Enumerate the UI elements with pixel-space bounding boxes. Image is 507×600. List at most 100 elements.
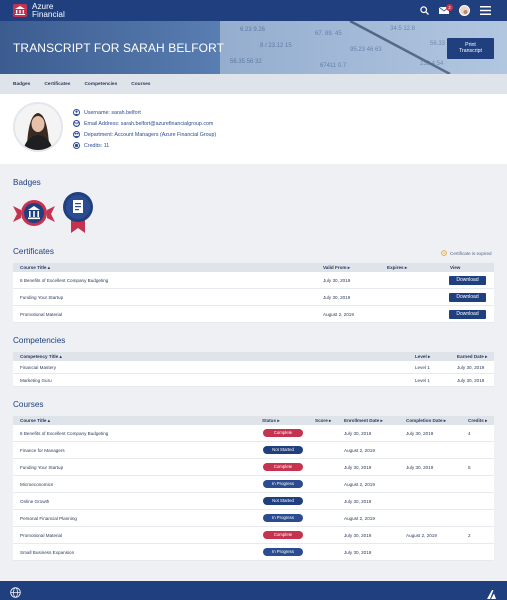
col-earned-date[interactable]: Earned Date ▸ [457,354,487,360]
avatar[interactable] [459,5,470,16]
footer-bar [0,581,507,600]
svg-text:6.23 9.26: 6.23 9.26 [240,27,266,33]
svg-text:56.35 56 32: 56.35 56 32 [230,59,262,65]
download-button[interactable]: Download [449,275,486,285]
username-row: Username: sarah.belfort [73,107,216,118]
certificates-heading: Certificates [13,247,54,256]
course-title: Online Growth [20,498,50,504]
credits-value: 5 [468,464,471,470]
table-row: Online Growth July 30, 2019 Not Started [13,493,494,510]
expired-icon [441,250,447,256]
table-row: Small Business Expansion July 30, 2019 In … [13,544,494,561]
enrollment-date: July 30, 2019 [344,430,372,436]
enrollment-date: August 2, 2019 [344,481,375,487]
credits-text: Credits: 11 [84,142,110,149]
credits-value: 2 [468,532,471,538]
enrollment-date: July 30, 2019 [344,464,372,470]
finance-badge[interactable] [13,192,55,239]
nav-link-badges[interactable]: Badges [13,82,30,87]
print-transcript-button[interactable]: Print Transcript [447,38,494,59]
section-nav: Badges Certificates Competencies Courses [0,74,507,94]
table-row: Funding Your Startup July 30, 2019 July 30… [13,459,494,476]
table-row: 6 Benefits of Excellent Company Budgetin… [13,272,494,289]
page-title: TRANSCRIPT FOR SARAH BELFORT [13,41,225,55]
table-row: Promotional Material July 30, 2019 August … [13,527,494,544]
enrollment-date: August 2, 2019 [344,515,375,521]
credits-value: 4 [468,430,471,436]
download-button[interactable]: Download [449,309,486,319]
nav-link-courses[interactable]: Courses [131,82,150,87]
department-icon [73,131,80,138]
table-row: Finance for Managers August 2, 2019 Not St… [13,442,494,459]
col-view: View [450,265,461,270]
course-title: Funding Your Startup [20,464,64,470]
status-badge: Complete [263,463,303,471]
table-row: Promotional Material August 2, 2019 Down… [13,306,494,323]
department-text: Department: Account Managers (Azure Fina… [84,131,217,138]
download-button[interactable]: Download [449,292,486,302]
table-row: Funding Your Startup July 30, 2019 Downl… [13,289,494,306]
table-header: Competency Title ▴ Level ▸ Earned Date ▸ [13,352,494,361]
badges-heading: Badges [13,178,41,187]
provider-logo-icon [487,586,496,600]
col-level[interactable]: Level ▸ [415,354,430,360]
completion-date: August 2, 2019 [406,532,437,538]
department-row: Department: Account Managers (Azure Fina… [73,129,216,140]
col-completion-date[interactable]: Completion Date ▸ [406,418,446,424]
col-valid-from[interactable]: Valid From ▸ [323,265,350,271]
credits-row: Credits: 11 [73,140,216,151]
certificate-expired-legend: Certificate is expired [441,250,492,256]
mail-count-badge: 2 [446,4,453,11]
course-title: Promotional Material [20,532,63,538]
completion-date: July 30, 2019 [406,430,434,436]
nav-link-competencies[interactable]: Competencies [84,82,117,87]
credits-icon [73,142,80,149]
enrollment-date: July 30, 2019 [344,532,372,538]
col-score[interactable]: Score ▸ [315,418,331,424]
search-icon[interactable] [420,6,429,15]
profile-photo [13,102,63,152]
username-text: Username: sarah.belfort [84,109,141,116]
col-course-title[interactable]: Course Title ▴ [20,265,50,271]
status-badge: Complete [263,531,303,539]
enrollment-date: August 2, 2019 [344,447,375,453]
enrollment-date: July 30, 2019 [344,549,372,555]
mail-icon[interactable]: 2 [439,4,453,14]
status-badge: In Progress [263,548,303,556]
table-row: 6 Benefits of Excellent Company Budgetin… [13,425,494,442]
col-credits[interactable]: Credits ▸ [468,418,487,424]
profile-card: Username: sarah.belfort Email Address: s… [0,94,507,164]
course-title: Microeconomics [20,481,54,487]
user-icon [73,109,80,116]
course-title: 6 Benefits of Excellent Company Budgetin… [20,430,109,436]
bank-icon [13,4,27,17]
status-badge: In Progress [263,514,303,522]
table-row: Microeconomics August 2, 2019 In Progress [13,476,494,493]
competencies-table: Competency Title ▴ Level ▸ Earned Date ▸… [13,352,494,387]
competencies-heading: Competencies [13,336,66,345]
brand-name: Azure Financial [32,2,65,19]
hero-banner: 6.23 9.26 67. 89. 45 34.5 12.8 8 / 23.12 1… [0,21,507,74]
col-enrollment-date[interactable]: Enrollment Date ▸ [344,418,383,424]
status-badge: Not Started [263,446,303,454]
status-badge: Complete [263,429,303,437]
status-badge: Not Started [263,497,303,505]
certificates-table: Course Title ▴ Valid From ▸ Expires ▸ Vi… [13,263,494,323]
col-status[interactable]: Status ▸ [262,418,280,424]
menu-icon[interactable] [480,6,491,15]
document-badge[interactable] [62,192,94,239]
svg-text:8 / 23.12 15: 8 / 23.12 15 [260,43,292,49]
enrollment-date: July 30, 2019 [344,498,372,504]
col-expires[interactable]: Expires ▸ [387,265,407,271]
course-title: Finance for Managers [20,447,65,453]
brand-logo[interactable]: Azure Financial [13,2,65,19]
table-header: Course Title ▴ Valid From ▸ Expires ▸ Vi… [13,263,494,272]
courses-table: Course Title ▴ Status ▸ Score ▸ Enrollme… [13,416,494,561]
top-bar: Azure Financial 2 [0,0,507,21]
table-header: Course Title ▴ Status ▸ Score ▸ Enrollme… [13,416,494,425]
col-course-title[interactable]: Course Title ▴ [20,418,50,424]
table-row: Personal Financial Planning August 2, 201… [13,510,494,527]
globe-icon[interactable] [10,585,21,600]
nav-link-certificates[interactable]: Certificates [44,82,70,87]
col-competency-title[interactable]: Competency Title ▴ [20,354,62,360]
